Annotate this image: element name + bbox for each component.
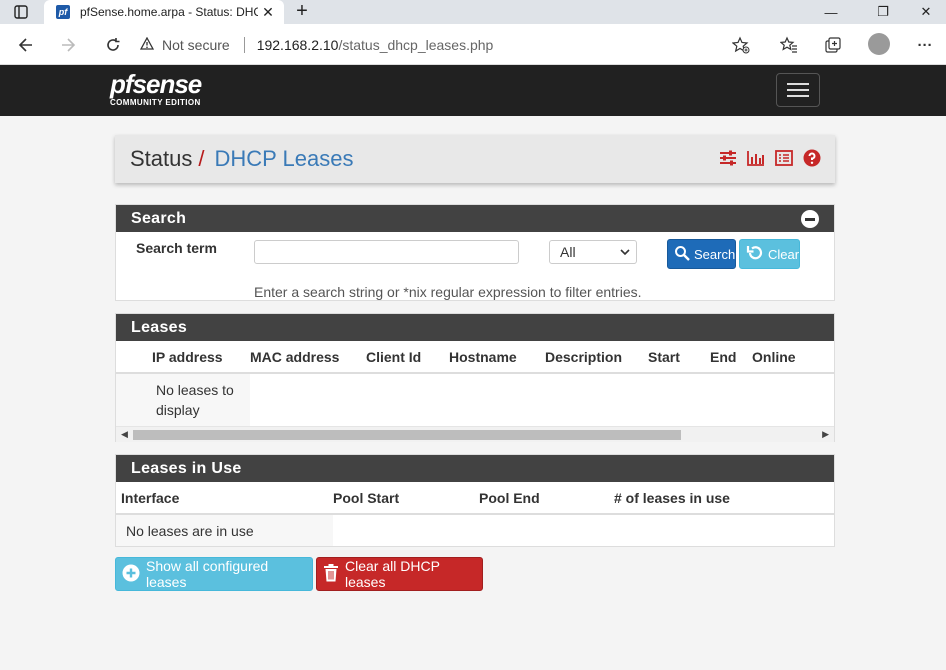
tab-close-icon[interactable]: ✕: [258, 4, 278, 21]
browser-toolbar: Not secure 192.168.2.10/status_dhcp_leas…: [0, 24, 946, 65]
table-row: No leases to display: [116, 373, 834, 426]
url-path: /status_dhcp_leases.php: [338, 37, 494, 53]
leases-header-row: IP address MAC address Client Id Hostnam…: [116, 341, 834, 374]
list-icon[interactable]: [775, 149, 793, 167]
new-tab-button[interactable]: +: [290, 0, 314, 24]
column-online[interactable]: Online: [752, 341, 834, 374]
show-all-leases-button[interactable]: Show all configured leases: [115, 557, 313, 591]
trash-icon: [323, 563, 339, 585]
column-interface[interactable]: Interface: [116, 482, 333, 515]
settings-menu-icon[interactable]: ···: [912, 32, 938, 58]
search-button-label: Search: [694, 246, 736, 262]
breadcrumb-status: Status: [130, 146, 193, 171]
clear-button[interactable]: Clear: [739, 239, 800, 269]
leases-in-use-panel: Leases in Use Interface Pool Start Pool …: [115, 454, 835, 547]
scroll-left-icon[interactable]: ◀: [121, 429, 128, 440]
clear-button-label: Clear: [768, 246, 800, 262]
search-panel-header: Search: [116, 205, 834, 232]
no-leases-message: No leases to display: [116, 373, 250, 426]
clear-all-leases-button[interactable]: Clear all DHCP leases: [316, 557, 483, 591]
back-icon[interactable]: [12, 32, 38, 58]
forward-icon[interactable]: [56, 32, 82, 58]
profile-avatar[interactable]: [868, 33, 890, 55]
column-ip-address[interactable]: IP address: [152, 341, 250, 374]
show-all-leases-label: Show all configured leases: [146, 558, 269, 590]
warning-icon[interactable]: [139, 36, 155, 54]
column-pool-start[interactable]: Pool Start: [333, 482, 479, 515]
browser-tab-bar: pf pfSense.home.arpa - Status: DHC ✕ + —…: [0, 0, 946, 24]
sliders-icon[interactable]: [719, 149, 737, 167]
logo-main-text: pfsense: [110, 69, 202, 99]
column-client-id[interactable]: Client Id: [366, 341, 449, 374]
minimize-icon[interactable]: —: [808, 0, 854, 24]
column-hostname[interactable]: Hostname: [449, 341, 545, 374]
leases-in-use-panel-header: Leases in Use: [116, 455, 834, 482]
tab-actions-icon[interactable]: [8, 3, 34, 21]
chevron-down-icon: [620, 241, 630, 271]
column-leases-in-use[interactable]: # of leases in use: [614, 482, 834, 515]
search-panel: Search Search term All Search Clear Ente…: [115, 204, 835, 301]
help-icon[interactable]: [803, 149, 821, 167]
url-host: 192.168.2.10: [256, 37, 339, 53]
tab-title: pfSense.home.arpa - Status: DHC: [80, 5, 258, 19]
column-pool-end[interactable]: Pool End: [479, 482, 614, 515]
reload-icon[interactable]: [100, 32, 126, 58]
add-favorite-icon[interactable]: [728, 32, 754, 58]
column-start[interactable]: Start: [648, 341, 710, 374]
hamburger-menu-icon[interactable]: [776, 73, 820, 107]
column-mac-address[interactable]: MAC address: [250, 341, 366, 374]
no-leases-line-2: display: [156, 402, 200, 418]
search-input[interactable]: [254, 240, 519, 264]
pfsense-navbar: pfsense COMMUNITY EDITION: [0, 65, 946, 116]
browser-tab[interactable]: pf pfSense.home.arpa - Status: DHC ✕: [44, 0, 284, 24]
address-bar[interactable]: Not secure 192.168.2.10/status_dhcp_leas…: [139, 30, 760, 60]
leases-in-use-panel-title: Leases in Use: [131, 460, 242, 477]
scrollbar-thumb[interactable]: [133, 430, 681, 440]
search-icon: [674, 245, 690, 264]
column-description[interactable]: Description: [545, 341, 648, 374]
scroll-right-icon[interactable]: ▶: [822, 429, 829, 440]
search-term-label: Search term: [136, 240, 217, 256]
breadcrumb-separator: /: [198, 146, 205, 171]
column-end[interactable]: End: [710, 341, 752, 374]
logo-sub-text: COMMUNITY EDITION: [110, 98, 201, 107]
pfsense-favicon-icon: pf: [56, 5, 70, 19]
undo-icon: [746, 244, 764, 265]
leases-panel-header: Leases: [116, 314, 834, 341]
clear-all-leases-label: Clear all DHCP leases: [345, 558, 440, 590]
leases-in-use-table: Interface Pool Start Pool End # of lease…: [116, 482, 834, 546]
breadcrumb-page-link[interactable]: DHCP Leases: [215, 146, 354, 172]
leases-panel: Leases IP address MAC address Client Id …: [115, 313, 835, 442]
no-leases-in-use-message: No leases are in use: [116, 514, 333, 546]
collapse-icon[interactable]: [801, 210, 819, 228]
search-help-text: Enter a search string or *nix regular ex…: [254, 284, 642, 300]
table-row: No leases are in use: [116, 514, 834, 546]
leases-panel-title: Leases: [131, 319, 188, 336]
horizontal-scrollbar[interactable]: ◀ ▶: [116, 426, 834, 442]
breadcrumb: Status / DHCP Leases: [115, 135, 835, 183]
address-divider: [243, 37, 245, 53]
security-label[interactable]: Not secure: [162, 37, 230, 53]
maximize-icon[interactable]: ❐: [860, 0, 906, 24]
pfsense-logo[interactable]: pfsense COMMUNITY EDITION: [110, 69, 202, 107]
search-filter-value: All: [560, 244, 576, 260]
favorites-icon[interactable]: [776, 32, 802, 58]
leases-in-use-header-row: Interface Pool Start Pool End # of lease…: [116, 482, 834, 515]
search-panel-title: Search: [131, 210, 187, 227]
collections-icon[interactable]: [820, 32, 846, 58]
search-filter-select[interactable]: All: [549, 240, 637, 264]
bar-chart-icon[interactable]: [747, 149, 765, 167]
plus-circle-icon: [122, 564, 140, 585]
search-button[interactable]: Search: [667, 239, 736, 269]
leases-table: IP address MAC address Client Id Hostnam…: [116, 341, 834, 426]
window-close-icon[interactable]: ✕: [906, 0, 946, 24]
no-leases-line-1: No leases to: [156, 382, 234, 398]
